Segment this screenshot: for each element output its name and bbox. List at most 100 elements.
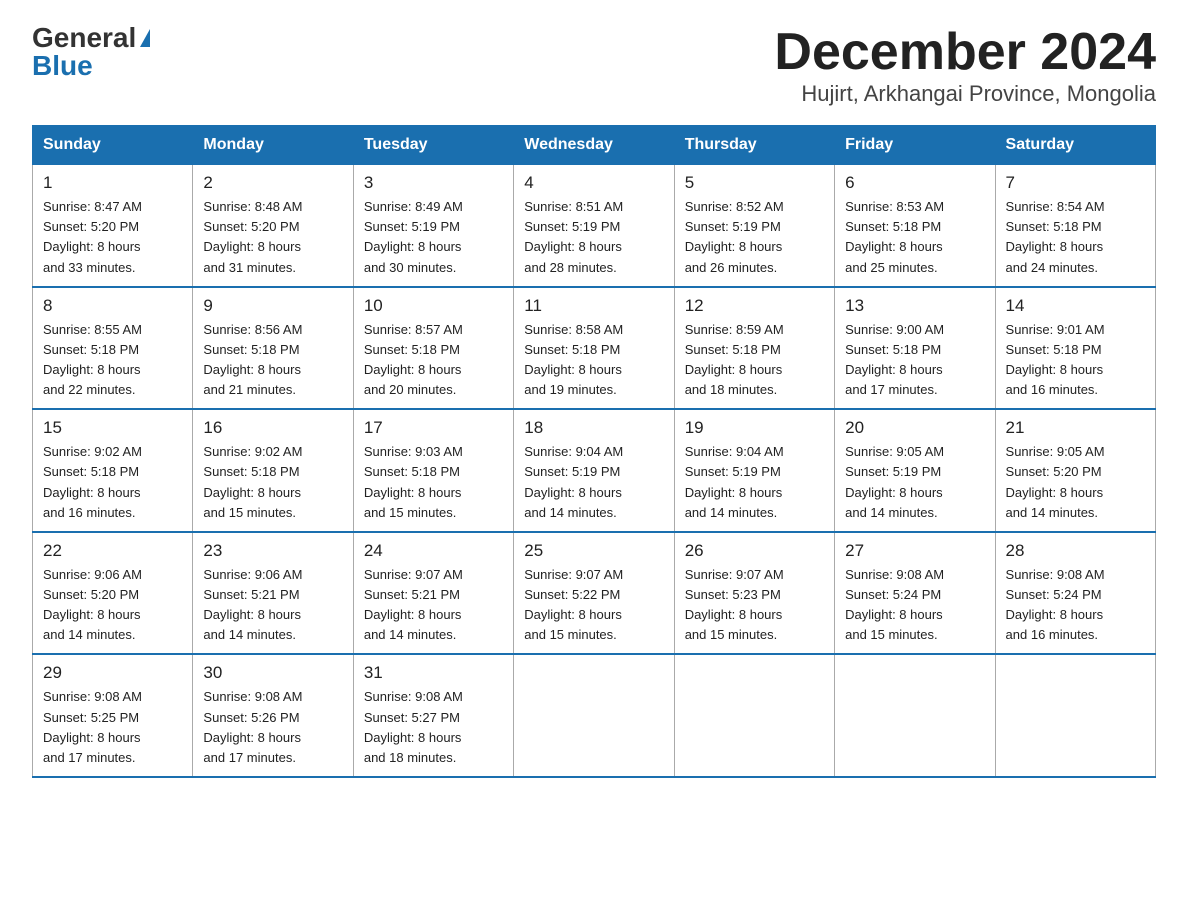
calendar-cell	[674, 654, 834, 777]
calendar-week-row-2: 8 Sunrise: 8:55 AMSunset: 5:18 PMDayligh…	[33, 287, 1156, 410]
day-number: 6	[845, 173, 984, 193]
calendar-cell: 14 Sunrise: 9:01 AMSunset: 5:18 PMDaylig…	[995, 287, 1155, 410]
day-info: Sunrise: 8:56 AMSunset: 5:18 PMDaylight:…	[203, 322, 302, 397]
calendar-week-row-1: 1 Sunrise: 8:47 AMSunset: 5:20 PMDayligh…	[33, 165, 1156, 287]
calendar-cell: 12 Sunrise: 8:59 AMSunset: 5:18 PMDaylig…	[674, 287, 834, 410]
day-number: 25	[524, 541, 663, 561]
day-info: Sunrise: 8:52 AMSunset: 5:19 PMDaylight:…	[685, 199, 784, 274]
day-number: 16	[203, 418, 342, 438]
day-info: Sunrise: 9:07 AMSunset: 5:23 PMDaylight:…	[685, 567, 784, 642]
calendar-cell: 7 Sunrise: 8:54 AMSunset: 5:18 PMDayligh…	[995, 165, 1155, 287]
weekday-header-tuesday: Tuesday	[353, 126, 513, 165]
calendar-cell: 27 Sunrise: 9:08 AMSunset: 5:24 PMDaylig…	[835, 532, 995, 655]
day-number: 10	[364, 296, 503, 316]
day-number: 29	[43, 663, 182, 683]
calendar-cell: 17 Sunrise: 9:03 AMSunset: 5:18 PMDaylig…	[353, 409, 513, 532]
calendar-cell: 28 Sunrise: 9:08 AMSunset: 5:24 PMDaylig…	[995, 532, 1155, 655]
weekday-header-wednesday: Wednesday	[514, 126, 674, 165]
day-number: 4	[524, 173, 663, 193]
calendar-cell	[995, 654, 1155, 777]
calendar-cell: 31 Sunrise: 9:08 AMSunset: 5:27 PMDaylig…	[353, 654, 513, 777]
day-info: Sunrise: 9:02 AMSunset: 5:18 PMDaylight:…	[43, 444, 142, 519]
day-info: Sunrise: 8:57 AMSunset: 5:18 PMDaylight:…	[364, 322, 463, 397]
calendar-cell: 8 Sunrise: 8:55 AMSunset: 5:18 PMDayligh…	[33, 287, 193, 410]
calendar-cell: 6 Sunrise: 8:53 AMSunset: 5:18 PMDayligh…	[835, 165, 995, 287]
day-info: Sunrise: 8:54 AMSunset: 5:18 PMDaylight:…	[1006, 199, 1105, 274]
calendar-cell: 9 Sunrise: 8:56 AMSunset: 5:18 PMDayligh…	[193, 287, 353, 410]
day-info: Sunrise: 8:49 AMSunset: 5:19 PMDaylight:…	[364, 199, 463, 274]
day-info: Sunrise: 9:06 AMSunset: 5:21 PMDaylight:…	[203, 567, 302, 642]
day-number: 9	[203, 296, 342, 316]
day-number: 8	[43, 296, 182, 316]
day-info: Sunrise: 8:53 AMSunset: 5:18 PMDaylight:…	[845, 199, 944, 274]
day-number: 23	[203, 541, 342, 561]
day-info: Sunrise: 9:07 AMSunset: 5:22 PMDaylight:…	[524, 567, 623, 642]
day-info: Sunrise: 9:04 AMSunset: 5:19 PMDaylight:…	[524, 444, 623, 519]
day-info: Sunrise: 8:47 AMSunset: 5:20 PMDaylight:…	[43, 199, 142, 274]
calendar-cell: 16 Sunrise: 9:02 AMSunset: 5:18 PMDaylig…	[193, 409, 353, 532]
calendar-cell: 20 Sunrise: 9:05 AMSunset: 5:19 PMDaylig…	[835, 409, 995, 532]
calendar-week-row-3: 15 Sunrise: 9:02 AMSunset: 5:18 PMDaylig…	[33, 409, 1156, 532]
day-number: 22	[43, 541, 182, 561]
calendar-cell: 11 Sunrise: 8:58 AMSunset: 5:18 PMDaylig…	[514, 287, 674, 410]
day-info: Sunrise: 8:51 AMSunset: 5:19 PMDaylight:…	[524, 199, 623, 274]
day-number: 21	[1006, 418, 1145, 438]
calendar-cell: 24 Sunrise: 9:07 AMSunset: 5:21 PMDaylig…	[353, 532, 513, 655]
day-number: 11	[524, 296, 663, 316]
calendar-cell: 13 Sunrise: 9:00 AMSunset: 5:18 PMDaylig…	[835, 287, 995, 410]
calendar-cell: 5 Sunrise: 8:52 AMSunset: 5:19 PMDayligh…	[674, 165, 834, 287]
day-number: 2	[203, 173, 342, 193]
weekday-header-sunday: Sunday	[33, 126, 193, 165]
day-number: 31	[364, 663, 503, 683]
day-info: Sunrise: 9:01 AMSunset: 5:18 PMDaylight:…	[1006, 322, 1105, 397]
day-number: 12	[685, 296, 824, 316]
calendar-week-row-4: 22 Sunrise: 9:06 AMSunset: 5:20 PMDaylig…	[33, 532, 1156, 655]
day-number: 5	[685, 173, 824, 193]
day-number: 14	[1006, 296, 1145, 316]
day-info: Sunrise: 8:59 AMSunset: 5:18 PMDaylight:…	[685, 322, 784, 397]
calendar-subtitle: Hujirt, Arkhangai Province, Mongolia	[774, 81, 1156, 107]
day-number: 18	[524, 418, 663, 438]
calendar-table: SundayMondayTuesdayWednesdayThursdayFrid…	[32, 125, 1156, 778]
day-number: 17	[364, 418, 503, 438]
day-info: Sunrise: 9:04 AMSunset: 5:19 PMDaylight:…	[685, 444, 784, 519]
day-number: 26	[685, 541, 824, 561]
day-info: Sunrise: 8:48 AMSunset: 5:20 PMDaylight:…	[203, 199, 302, 274]
weekday-header-saturday: Saturday	[995, 126, 1155, 165]
calendar-cell: 18 Sunrise: 9:04 AMSunset: 5:19 PMDaylig…	[514, 409, 674, 532]
day-number: 19	[685, 418, 824, 438]
day-number: 3	[364, 173, 503, 193]
day-number: 28	[1006, 541, 1145, 561]
day-info: Sunrise: 9:05 AMSunset: 5:19 PMDaylight:…	[845, 444, 944, 519]
day-info: Sunrise: 9:08 AMSunset: 5:24 PMDaylight:…	[1006, 567, 1105, 642]
calendar-cell	[835, 654, 995, 777]
logo-triangle-icon	[140, 29, 150, 47]
day-info: Sunrise: 8:55 AMSunset: 5:18 PMDaylight:…	[43, 322, 142, 397]
day-number: 30	[203, 663, 342, 683]
day-number: 20	[845, 418, 984, 438]
weekday-header-monday: Monday	[193, 126, 353, 165]
weekday-header-thursday: Thursday	[674, 126, 834, 165]
day-info: Sunrise: 9:07 AMSunset: 5:21 PMDaylight:…	[364, 567, 463, 642]
day-info: Sunrise: 9:08 AMSunset: 5:25 PMDaylight:…	[43, 689, 142, 764]
calendar-cell: 26 Sunrise: 9:07 AMSunset: 5:23 PMDaylig…	[674, 532, 834, 655]
calendar-week-row-5: 29 Sunrise: 9:08 AMSunset: 5:25 PMDaylig…	[33, 654, 1156, 777]
day-info: Sunrise: 9:02 AMSunset: 5:18 PMDaylight:…	[203, 444, 302, 519]
calendar-cell: 23 Sunrise: 9:06 AMSunset: 5:21 PMDaylig…	[193, 532, 353, 655]
page-header: General Blue December 2024 Hujirt, Arkha…	[32, 24, 1156, 107]
calendar-title: December 2024	[774, 24, 1156, 81]
calendar-cell: 10 Sunrise: 8:57 AMSunset: 5:18 PMDaylig…	[353, 287, 513, 410]
day-info: Sunrise: 9:08 AMSunset: 5:26 PMDaylight:…	[203, 689, 302, 764]
day-info: Sunrise: 9:03 AMSunset: 5:18 PMDaylight:…	[364, 444, 463, 519]
logo-general-text: General	[32, 24, 136, 52]
weekday-header-friday: Friday	[835, 126, 995, 165]
logo-blue-text: Blue	[32, 52, 93, 80]
calendar-cell: 25 Sunrise: 9:07 AMSunset: 5:22 PMDaylig…	[514, 532, 674, 655]
calendar-cell: 2 Sunrise: 8:48 AMSunset: 5:20 PMDayligh…	[193, 165, 353, 287]
day-info: Sunrise: 9:05 AMSunset: 5:20 PMDaylight:…	[1006, 444, 1105, 519]
day-info: Sunrise: 9:08 AMSunset: 5:24 PMDaylight:…	[845, 567, 944, 642]
day-number: 15	[43, 418, 182, 438]
calendar-cell: 19 Sunrise: 9:04 AMSunset: 5:19 PMDaylig…	[674, 409, 834, 532]
calendar-cell: 1 Sunrise: 8:47 AMSunset: 5:20 PMDayligh…	[33, 165, 193, 287]
day-info: Sunrise: 9:00 AMSunset: 5:18 PMDaylight:…	[845, 322, 944, 397]
